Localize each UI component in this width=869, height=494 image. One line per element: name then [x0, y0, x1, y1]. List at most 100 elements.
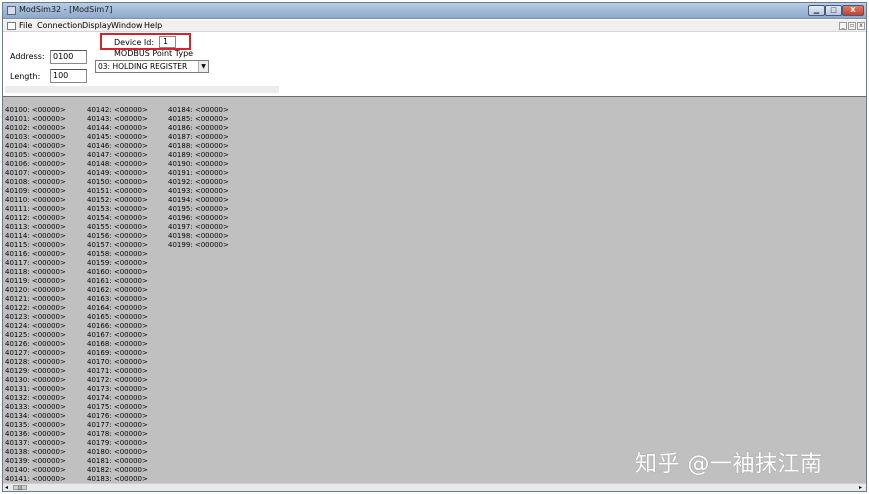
- register-row[interactable]: 40116: <00000>: [5, 250, 66, 259]
- menu-file[interactable]: File: [19, 21, 32, 30]
- register-row[interactable]: 40188: <00000>: [168, 142, 229, 151]
- register-row[interactable]: 40164: <00000>: [87, 304, 148, 313]
- close-button[interactable]: X: [842, 5, 864, 16]
- register-row[interactable]: 40120: <00000>: [5, 286, 66, 295]
- register-row[interactable]: 40181: <00000>: [87, 457, 148, 466]
- register-row[interactable]: 40124: <00000>: [5, 322, 66, 331]
- register-row[interactable]: 40144: <00000>: [87, 124, 148, 133]
- register-row[interactable]: 40142: <00000>: [87, 106, 148, 115]
- register-row[interactable]: 40159: <00000>: [87, 259, 148, 268]
- register-row[interactable]: 40110: <00000>: [5, 196, 66, 205]
- menu-display[interactable]: Display: [82, 21, 112, 30]
- address-input[interactable]: 0100: [50, 50, 87, 64]
- register-row[interactable]: 40176: <00000>: [87, 412, 148, 421]
- register-row[interactable]: 40186: <00000>: [168, 124, 229, 133]
- register-row[interactable]: 40182: <00000>: [87, 466, 148, 475]
- register-row[interactable]: 40162: <00000>: [87, 286, 148, 295]
- register-row[interactable]: 40155: <00000>: [87, 223, 148, 232]
- register-row[interactable]: 40141: <00000>: [5, 475, 66, 483]
- register-row[interactable]: 40160: <00000>: [87, 268, 148, 277]
- register-row[interactable]: 40134: <00000>: [5, 412, 66, 421]
- document-icon[interactable]: [7, 22, 16, 30]
- register-row[interactable]: 40150: <00000>: [87, 178, 148, 187]
- register-row[interactable]: 40151: <00000>: [87, 187, 148, 196]
- register-row[interactable]: 40107: <00000>: [5, 169, 66, 178]
- register-row[interactable]: 40148: <00000>: [87, 160, 148, 169]
- register-row[interactable]: 40157: <00000>: [87, 241, 148, 250]
- register-row[interactable]: 40135: <00000>: [5, 421, 66, 430]
- register-grid[interactable]: 40100: <00000> 40101: <00000> 40102: <0000…: [3, 96, 866, 483]
- register-row[interactable]: 40133: <00000>: [5, 403, 66, 412]
- register-row[interactable]: 40167: <00000>: [87, 331, 148, 340]
- register-row[interactable]: 40161: <00000>: [87, 277, 148, 286]
- register-row[interactable]: 40153: <00000>: [87, 205, 148, 214]
- register-row[interactable]: 40166: <00000>: [87, 322, 148, 331]
- register-row[interactable]: 40109: <00000>: [5, 187, 66, 196]
- register-row[interactable]: 40137: <00000>: [5, 439, 66, 448]
- register-row[interactable]: 40139: <00000>: [5, 457, 66, 466]
- register-row[interactable]: 40114: <00000>: [5, 232, 66, 241]
- length-input[interactable]: 100: [50, 69, 87, 83]
- register-row[interactable]: 40101: <00000>: [5, 115, 66, 124]
- register-row[interactable]: 40175: <00000>: [87, 403, 148, 412]
- register-row[interactable]: 40102: <00000>: [5, 124, 66, 133]
- register-row[interactable]: 40140: <00000>: [5, 466, 66, 475]
- register-row[interactable]: 40136: <00000>: [5, 430, 66, 439]
- menu-help[interactable]: Help: [144, 21, 162, 30]
- maximize-button[interactable]: □: [825, 5, 842, 16]
- register-row[interactable]: 40106: <00000>: [5, 160, 66, 169]
- register-row[interactable]: 40119: <00000>: [5, 277, 66, 286]
- register-row[interactable]: 40196: <00000>: [168, 214, 229, 223]
- register-row[interactable]: 40122: <00000>: [5, 304, 66, 313]
- register-row[interactable]: 40143: <00000>: [87, 115, 148, 124]
- register-row[interactable]: 40115: <00000>: [5, 241, 66, 250]
- register-row[interactable]: 40154: <00000>: [87, 214, 148, 223]
- register-row[interactable]: 40165: <00000>: [87, 313, 148, 322]
- register-row[interactable]: 40112: <00000>: [5, 214, 66, 223]
- register-row[interactable]: 40189: <00000>: [168, 151, 229, 160]
- scroll-thumb[interactable]: |||: [13, 485, 27, 490]
- register-row[interactable]: 40131: <00000>: [5, 385, 66, 394]
- register-row[interactable]: 40121: <00000>: [5, 295, 66, 304]
- register-row[interactable]: 40130: <00000>: [5, 376, 66, 385]
- register-row[interactable]: 40147: <00000>: [87, 151, 148, 160]
- register-row[interactable]: 40194: <00000>: [168, 196, 229, 205]
- mdi-restore-button[interactable]: ▫: [848, 22, 856, 30]
- register-row[interactable]: 40128: <00000>: [5, 358, 66, 367]
- register-row[interactable]: 40193: <00000>: [168, 187, 229, 196]
- register-row[interactable]: 40179: <00000>: [87, 439, 148, 448]
- register-row[interactable]: 40118: <00000>: [5, 268, 66, 277]
- title-bar[interactable]: ModSim32 - [ModSim7] ▁ □ X: [3, 3, 866, 19]
- menu-window[interactable]: Window: [111, 21, 143, 30]
- register-row[interactable]: 40174: <00000>: [87, 394, 148, 403]
- register-row[interactable]: 40197: <00000>: [168, 223, 229, 232]
- device-id-input[interactable]: 1: [159, 36, 176, 48]
- register-row[interactable]: 40156: <00000>: [87, 232, 148, 241]
- app-icon[interactable]: [7, 6, 16, 15]
- minimize-button[interactable]: ▁: [808, 5, 825, 16]
- register-row[interactable]: 40146: <00000>: [87, 142, 148, 151]
- register-row[interactable]: 40145: <00000>: [87, 133, 148, 142]
- register-row[interactable]: 40195: <00000>: [168, 205, 229, 214]
- register-row[interactable]: 40190: <00000>: [168, 160, 229, 169]
- register-row[interactable]: 40178: <00000>: [87, 430, 148, 439]
- register-row[interactable]: 40192: <00000>: [168, 178, 229, 187]
- register-row[interactable]: 40168: <00000>: [87, 340, 148, 349]
- register-row[interactable]: 40105: <00000>: [5, 151, 66, 160]
- point-type-select[interactable]: 03: HOLDING REGISTER ▼: [95, 60, 209, 73]
- mdi-minimize-button[interactable]: _: [839, 22, 847, 30]
- register-row[interactable]: 40103: <00000>: [5, 133, 66, 142]
- register-row[interactable]: 40163: <00000>: [87, 295, 148, 304]
- mdi-close-button[interactable]: x: [857, 22, 865, 30]
- register-row[interactable]: 40198: <00000>: [168, 232, 229, 241]
- register-row[interactable]: 40104: <00000>: [5, 142, 66, 151]
- scroll-right-icon[interactable]: ▸: [859, 484, 862, 491]
- register-row[interactable]: 40108: <00000>: [5, 178, 66, 187]
- register-row[interactable]: 40173: <00000>: [87, 385, 148, 394]
- chevron-down-icon[interactable]: ▼: [198, 61, 208, 72]
- register-row[interactable]: 40171: <00000>: [87, 367, 148, 376]
- register-row[interactable]: 40149: <00000>: [87, 169, 148, 178]
- register-row[interactable]: 40138: <00000>: [5, 448, 66, 457]
- register-row[interactable]: 40132: <00000>: [5, 394, 66, 403]
- scroll-left-icon[interactable]: ◂: [5, 484, 8, 491]
